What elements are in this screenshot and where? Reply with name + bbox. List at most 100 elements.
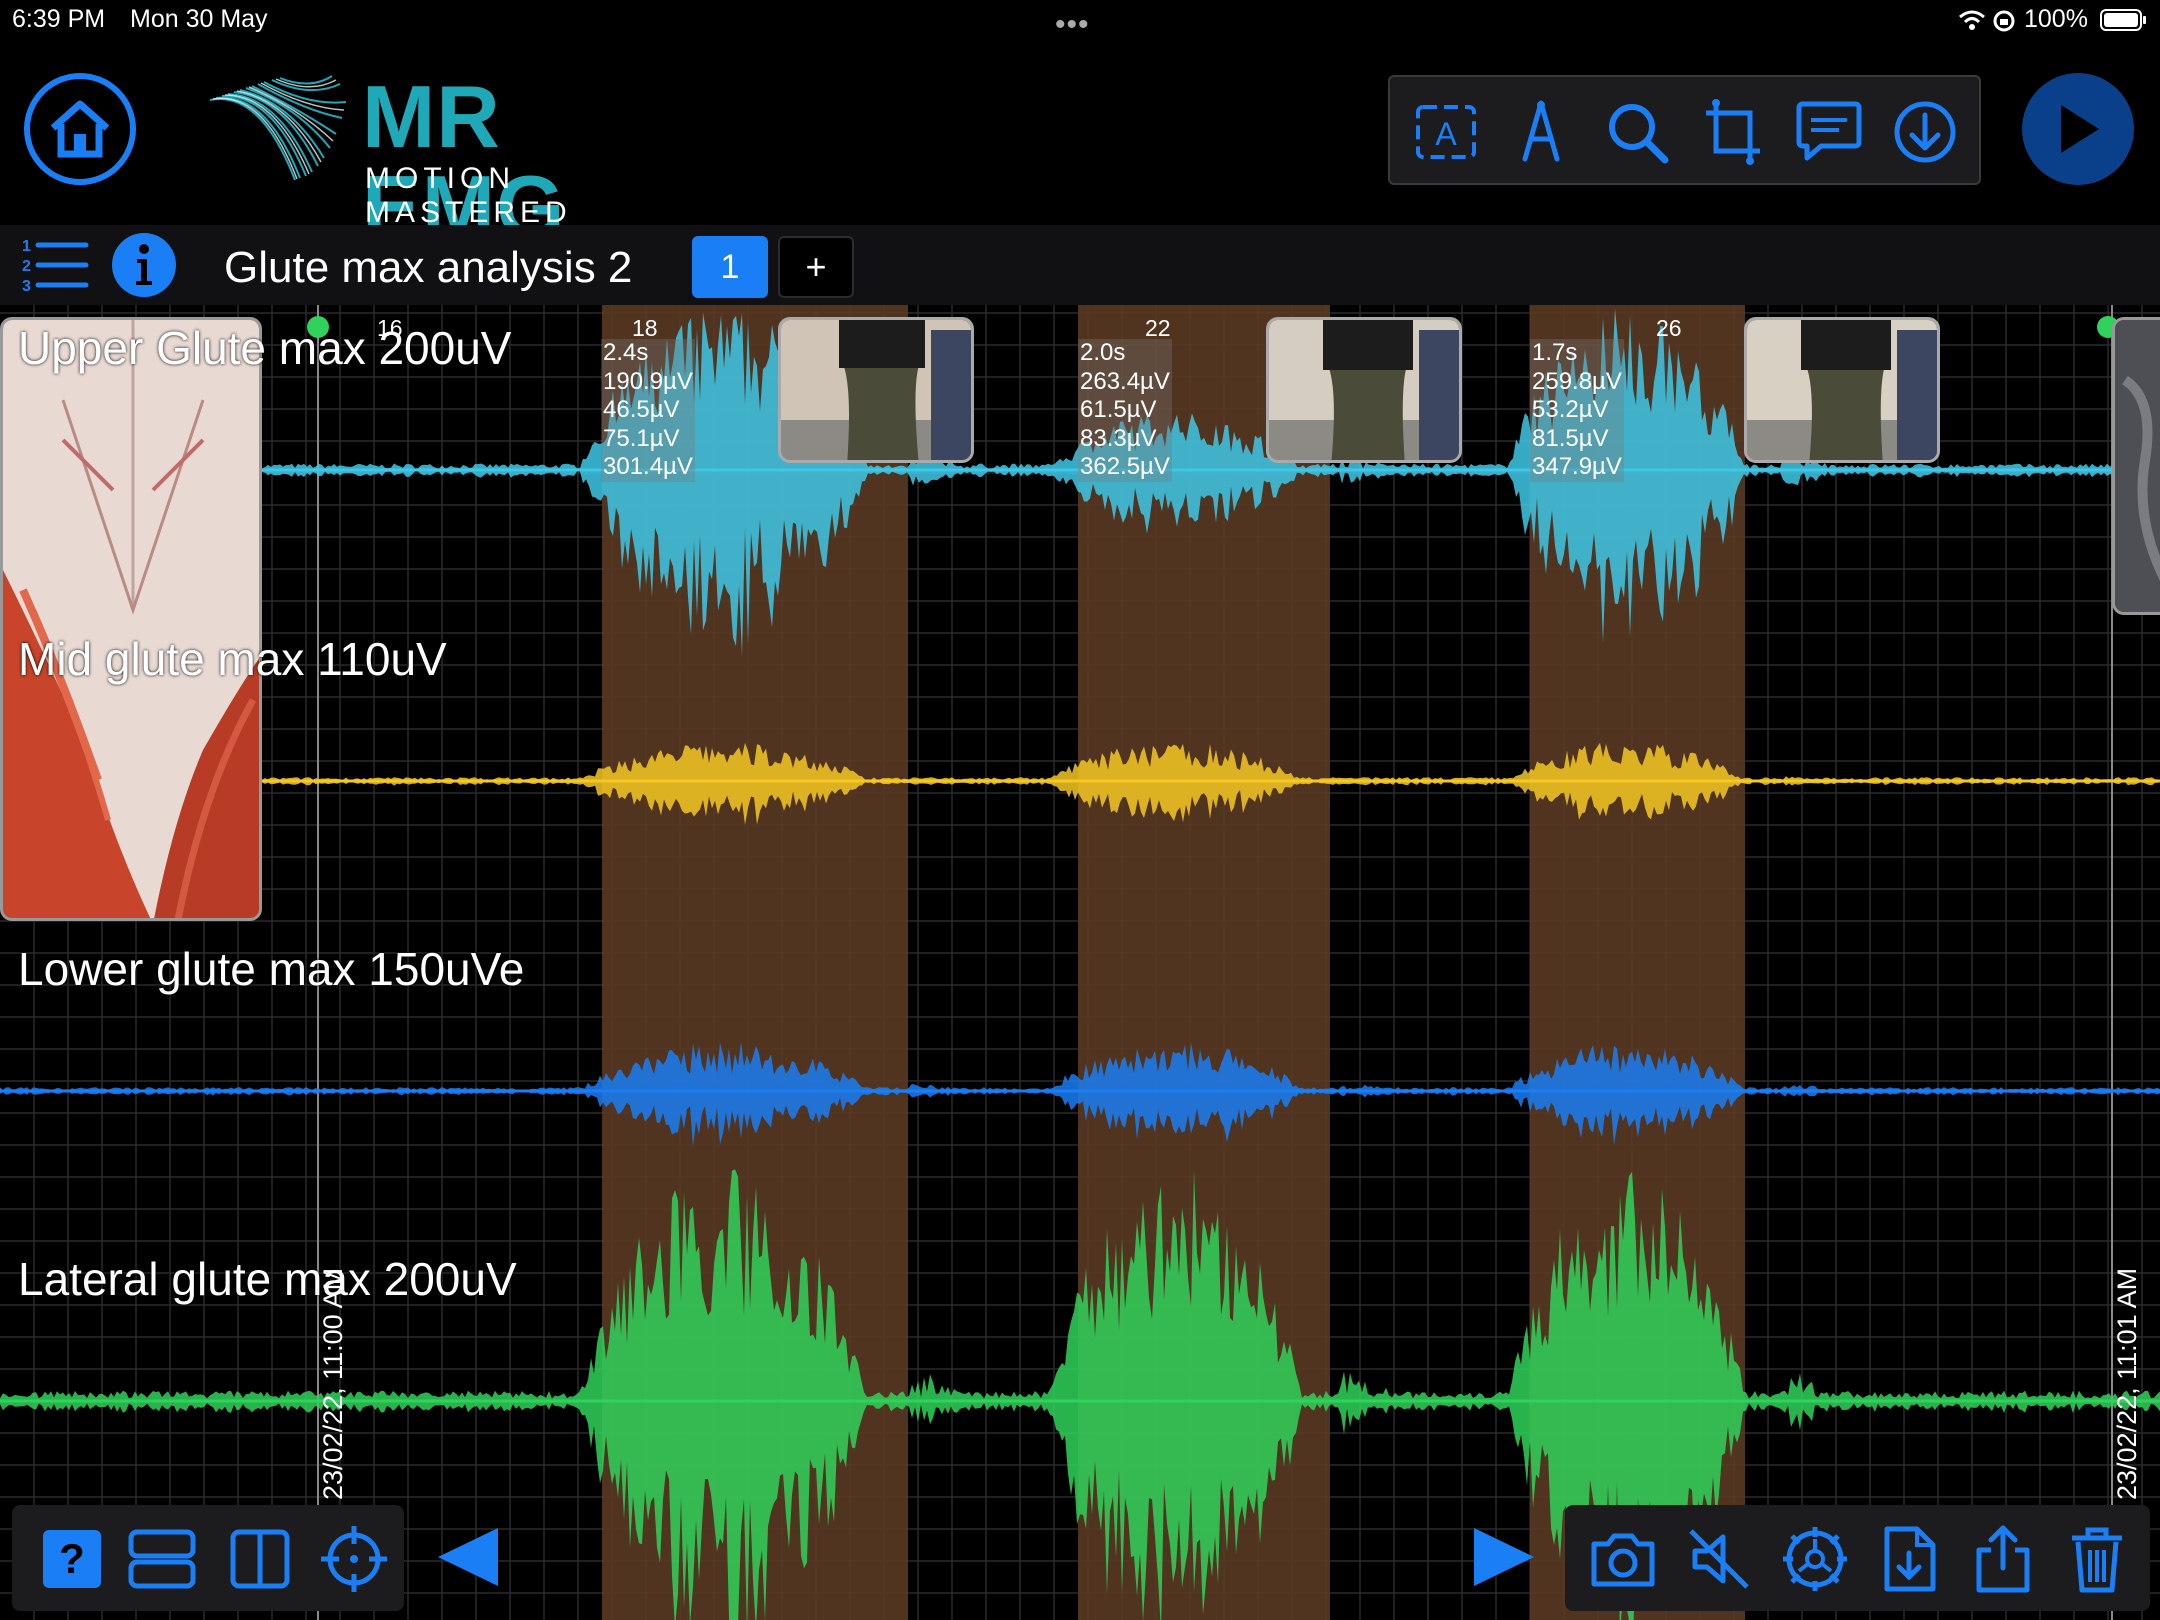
crosshair-button[interactable] [316, 1521, 392, 1597]
mute-button[interactable] [1681, 1521, 1757, 1597]
analysis-title[interactable]: Glute max analysis 2 [224, 243, 632, 293]
rep-stats-2: 2.0s 263.4µV 61.5µV 83.3µV 362.5µV [1078, 339, 1172, 482]
question-icon: ? [43, 1530, 101, 1588]
download-button[interactable] [1887, 94, 1963, 170]
timestamp-start: 23/02/22, 11:00 AM [318, 1267, 348, 1500]
zoom-button[interactable] [1599, 94, 1675, 170]
rep-mean: 83.3µV [1080, 424, 1157, 452]
home-button[interactable] [24, 73, 136, 185]
rows-layout-button[interactable] [124, 1521, 200, 1597]
svg-text:2: 2 [22, 258, 31, 275]
svg-text:1: 1 [22, 238, 31, 255]
emg-waveform-1 [262, 742, 2158, 825]
download-icon [1894, 101, 1956, 163]
battery-percent: 100% [2024, 5, 2088, 33]
share-button[interactable] [1965, 1521, 2041, 1597]
emg-plot[interactable]: Upper Glute max 200uV Mid glute max 110u… [0, 305, 2160, 1620]
app-header: MR EMG MOTION MASTERED A [0, 40, 2160, 252]
pen-icon [1522, 100, 1560, 162]
share-icon [1976, 1525, 2030, 1593]
page-tab-1[interactable]: 1 [692, 236, 768, 298]
previous-arrow-icon[interactable] [434, 1524, 504, 1590]
anatomy-thumbnail[interactable] [0, 317, 262, 921]
crop-button[interactable] [1695, 94, 1771, 170]
rep-max: 347.9µV [1532, 453, 1622, 480]
view-controls: ? [12, 1505, 404, 1611]
magnifier-icon [1609, 104, 1669, 164]
comment-icon [1796, 101, 1862, 161]
brand-logo: MR EMG MOTION MASTERED [200, 70, 720, 252]
video-thumbnail-rep-1[interactable] [778, 317, 974, 463]
export-file-icon [1884, 1526, 1936, 1592]
rep-mean: 81.5µV [1532, 424, 1609, 452]
rep-min: 53.2µV [1532, 396, 1609, 423]
help-button[interactable]: ? [34, 1521, 110, 1597]
rep-max: 301.4µV [603, 453, 693, 480]
text-annotation-button[interactable]: A [1408, 94, 1484, 170]
next-arrow-icon[interactable] [1468, 1524, 1538, 1590]
battery-icon [2100, 9, 2146, 31]
marker-number: 16 [377, 315, 403, 341]
rep-peak: 259.8µV [1532, 367, 1622, 395]
rep-mean: 75.1µV [603, 424, 680, 452]
glute-anatomy-image [3, 320, 259, 918]
rep-peak: 190.9µV [603, 367, 693, 395]
info-button[interactable] [112, 233, 176, 297]
rows-layout-icon [128, 1529, 196, 1589]
video-frame-image [1269, 320, 1459, 460]
rep-number-1: 18 [632, 315, 658, 341]
crop-icon [1706, 99, 1760, 165]
svg-text:3: 3 [22, 278, 31, 295]
mute-icon [1689, 1529, 1749, 1589]
list-button[interactable]: 1 2 3 [20, 235, 90, 295]
multitasking-dots-icon[interactable]: ••• [1055, 8, 1090, 42]
channel-label-lateral: Lateral glute max 200uV [18, 1253, 517, 1305]
video-thumbnail-next[interactable] [2112, 317, 2160, 615]
status-date: Mon 30 May [130, 5, 268, 33]
text-annotation-icon: A [1416, 105, 1476, 159]
annotation-toolbar: A [1388, 75, 1981, 185]
action-controls [1565, 1505, 2150, 1611]
settings-button[interactable] [1777, 1521, 1853, 1597]
status-bar: 6:39 PM Mon 30 May ••• 100% [0, 0, 2160, 42]
comment-button[interactable] [1791, 94, 1867, 170]
rep-max: 362.5µV [1080, 453, 1170, 480]
camera-icon [1591, 1533, 1655, 1587]
channel-label-upper: Upper Glute max 200uV [18, 322, 512, 374]
rep-peak: 263.4µV [1080, 367, 1170, 395]
info-icon [136, 244, 152, 285]
rep-min: 46.5µV [603, 396, 680, 423]
video-frame-image [781, 320, 971, 460]
export-file-button[interactable] [1871, 1521, 1947, 1597]
pen-button[interactable] [1503, 94, 1579, 170]
camera-button[interactable] [1585, 1521, 1661, 1597]
delete-button[interactable] [2059, 1521, 2135, 1597]
rep-duration: 1.7s [1532, 339, 1578, 366]
trash-icon [2072, 1527, 2122, 1593]
brand-subtitle: MOTION MASTERED [365, 162, 572, 229]
status-time: 6:39 PM [12, 5, 106, 33]
rep-number-2: 22 [1145, 315, 1171, 341]
analysis-bar: 1 2 3 Glute max analysis 2 1 + [0, 225, 2160, 305]
rep-min: 61.5µV [1080, 396, 1157, 423]
orientation-lock-icon [1993, 10, 2015, 32]
wifi-icon [1959, 10, 1985, 30]
columns-layout-button[interactable] [222, 1521, 298, 1597]
logo-swoosh-icon [209, 75, 347, 181]
home-icon [50, 100, 110, 158]
video-thumbnail-rep-2[interactable] [1266, 317, 1462, 463]
numbered-list-icon: 1 2 3 [22, 238, 89, 295]
timestamp-end: 23/02/22, 11:01 AM [2112, 1267, 2142, 1500]
settings-icon [1783, 1527, 1847, 1591]
video-thumbnail-rep-3[interactable] [1744, 317, 1940, 463]
rep-number-3: 26 [1656, 315, 1682, 341]
video-frame-image [1747, 320, 1937, 460]
add-page-button[interactable]: + [778, 236, 854, 298]
rep-duration: 2.4s [603, 339, 649, 366]
channel-label-lower: Lower glute max 150uVe [18, 943, 525, 995]
video-frame-image [2115, 320, 2160, 612]
play-button[interactable] [2022, 73, 2134, 185]
crosshair-icon [321, 1526, 387, 1592]
rep-stats-1: 2.4s 190.9µV 46.5µV 75.1µV 301.4µV [601, 339, 695, 482]
play-icon [2061, 105, 2099, 153]
